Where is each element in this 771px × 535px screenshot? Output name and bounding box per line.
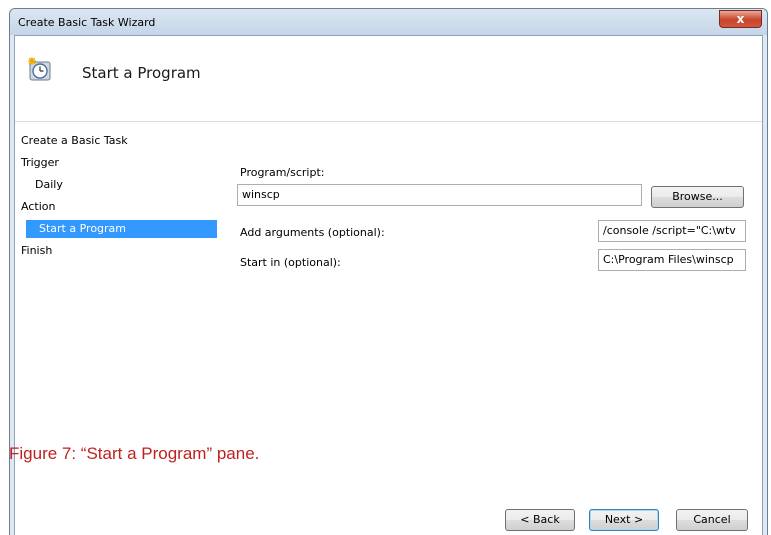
close-button[interactable]: x [719,10,762,28]
wizard-header: Start a Program [15,36,762,122]
program-script-label: Program/script: [240,166,325,179]
cancel-button[interactable]: Cancel [676,509,748,531]
step-label: Start a Program [39,222,127,235]
step-create-basic-task[interactable]: Create a Basic Task [21,132,211,152]
program-script-input[interactable]: winscp [237,184,642,206]
figure-caption: Figure 7: “Start a Program” pane. [9,444,260,463]
arguments-label: Add arguments (optional): [240,226,385,239]
start-in-input[interactable]: C:\Program Files\winscp [598,249,746,271]
step-daily[interactable]: Daily [21,174,211,196]
wizard-steps-nav: Create a Basic Task Trigger Daily Action… [21,132,217,262]
next-button[interactable]: Next > [589,509,659,531]
step-label: Daily [35,178,63,191]
arguments-input[interactable]: /console /script="C:\wtv [598,220,746,242]
browse-button[interactable]: Browse... [651,186,744,208]
close-icon: x [736,12,745,26]
title-bar[interactable]: Create Basic Task Wizard x [10,9,767,35]
step-label: Action [21,200,56,213]
step-label: Trigger [21,156,59,169]
back-button[interactable]: < Back [505,509,575,531]
window-title: Create Basic Task Wizard [18,16,156,29]
start-in-label: Start in (optional): [240,256,341,269]
step-label: Create a Basic Task [21,134,128,147]
step-action[interactable]: Action [21,196,211,218]
step-finish[interactable]: Finish [21,240,211,262]
page-title: Start a Program [82,64,201,82]
task-scheduler-clock-icon [28,57,51,81]
step-trigger[interactable]: Trigger [21,152,211,174]
step-label: Finish [21,244,53,257]
step-start-a-program[interactable]: Start a Program [26,220,217,238]
